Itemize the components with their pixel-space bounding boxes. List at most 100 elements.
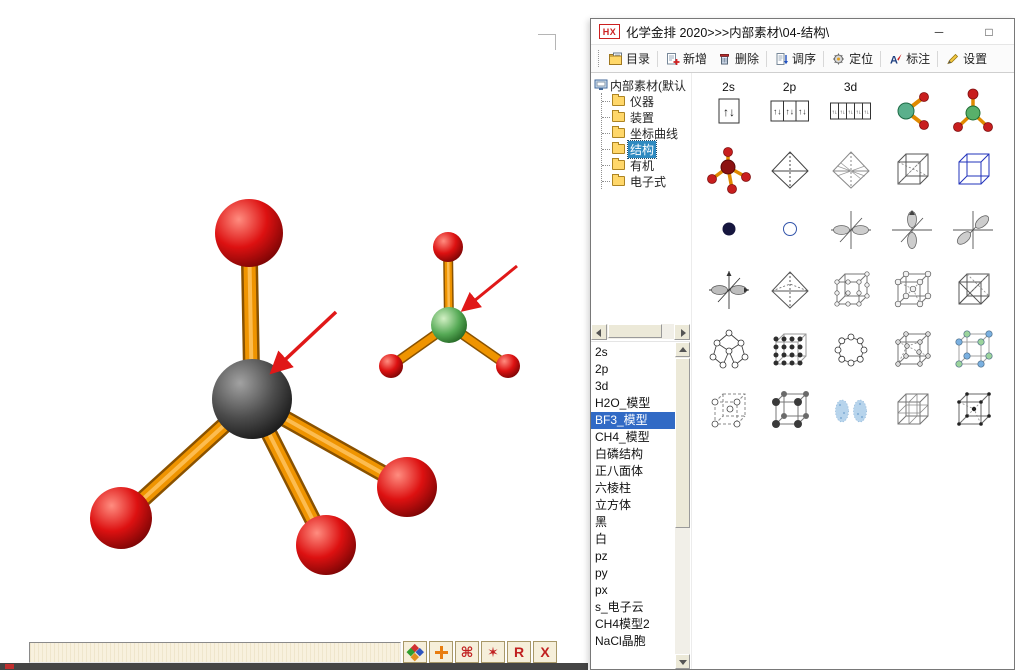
page-corner-mark [538,34,556,50]
thumb-octahedron-dashed[interactable] [759,257,820,317]
annotation-arrow-large[interactable] [269,310,338,375]
thumb-diamond-lattice[interactable] [881,317,942,377]
tree-hscrollbar[interactable] [591,323,690,340]
hscroll-track[interactable] [662,324,674,339]
list-item[interactable]: 2p [591,361,675,378]
thumb-crystal-lattice-1[interactable] [820,257,881,317]
list-vscrollbar[interactable] [675,342,690,669]
list-item[interactable]: 黑 [591,514,675,531]
tree-item-organic[interactable]: 有机 [602,157,689,173]
thumb-cube-with-diagonals[interactable] [881,137,942,197]
list-item[interactable]: 立方体 [591,497,675,514]
bottom-tool-r-button[interactable]: R [507,641,531,663]
bottom-tool-command-button[interactable]: ⌘ [455,641,479,663]
thumb-dashed-cube-atoms[interactable] [698,377,759,437]
list-item[interactable]: CH4模型2 [591,616,675,633]
list-item[interactable]: pz [591,548,675,565]
list-item[interactable]: NaCl晶胞 [591,633,675,650]
annotation-arrow-small[interactable] [460,264,518,312]
maximize-button[interactable]: □ [978,25,1000,39]
thumb-octahedron-shaded[interactable] [820,137,881,197]
title-bar[interactable]: HX 化学金排 2020>>>内部素材\04-结构\ ─ □ [591,19,1014,45]
thumb-blue-cube[interactable] [942,137,1003,197]
thumb-solid-sphere[interactable] [698,197,759,257]
atom-red-top[interactable] [215,199,283,267]
thumb-p-orbital-diagonal[interactable] [942,197,1003,257]
list-item[interactable]: CH4_模型 [591,429,675,446]
list-item[interactable]: px [591,582,675,599]
thumb-crystal-lattice-2[interactable] [881,257,942,317]
list-item[interactable]: py [591,565,675,582]
hscroll-thumb[interactable] [608,324,662,338]
thumb-packed-lattice[interactable] [759,317,820,377]
thumb-hollow-sphere[interactable] [759,197,820,257]
atom-red-left[interactable] [90,487,152,549]
atom-red-small-left[interactable] [379,354,403,378]
bottom-tool-diamonds-button[interactable] [403,641,427,663]
thumb-ch4-model[interactable] [698,137,759,197]
atom-carbon-center[interactable] [212,359,292,439]
list-item[interactable]: s_电子云 [591,599,675,616]
thumb-2p-orbital-boxes[interactable]: 2p ↑↓ ↑↓ ↑↓ [759,77,820,137]
thumb-3d-orbital-boxes[interactable]: 3d ↑↓ ↑↓ ↑↓ ↑↓ ↑↓ [820,77,881,137]
thumb-p-orbital-x[interactable] [820,197,881,257]
list-item[interactable]: 六棱柱 [591,480,675,497]
thumb-bcc-cell[interactable] [942,377,1003,437]
bottom-tool-plus-button[interactable] [429,641,453,663]
editor-canvas[interactable] [0,0,590,645]
thumb-cube-cross[interactable] [942,257,1003,317]
locate-button[interactable]: 定位 [826,47,878,70]
tree-item-apparatus[interactable]: 装置 [602,109,689,125]
ch4-molecule[interactable] [90,199,437,575]
scroll-left-button[interactable] [591,324,607,340]
list-item[interactable]: 白 [591,531,675,548]
tree-item-electron-formula[interactable]: 电子式 [602,173,689,189]
thumb-octahedron[interactable] [759,137,820,197]
atom-red-bottom[interactable] [296,515,356,575]
tree-root[interactable]: 内部素材(默认 [594,77,689,93]
order-button[interactable]: 调序 [769,47,821,70]
tree-item-instruments[interactable]: 仪器 [602,93,689,109]
atom-red-small-right[interactable] [496,354,520,378]
list-item[interactable]: 2s [591,344,675,361]
bottom-tool-x-button[interactable]: X [533,641,557,663]
delete-button[interactable]: 删除 [712,47,764,70]
bottom-tool-star-button[interactable]: ✶ [481,641,505,663]
toolbar-grip[interactable] [595,50,599,67]
tree-item-structures-selected[interactable]: 结构 [602,139,689,159]
tree-item-curves[interactable]: 坐标曲线 [602,125,689,141]
scroll-up-button[interactable] [675,342,690,357]
thumb-h2o-model[interactable] [881,77,942,137]
list-item[interactable]: 3d [591,378,675,395]
thumb-cscl-cell[interactable] [759,377,820,437]
thumb-cage-molecule[interactable] [698,317,759,377]
list-item[interactable]: H2O_模型 [591,395,675,412]
thumb-stacked-lattice[interactable] [881,377,942,437]
thumb-2s-orbital-box[interactable]: 2s ↑↓ [698,77,759,137]
atom-red-right[interactable] [377,457,437,517]
thumb-p-orbital-z[interactable] [881,197,942,257]
list-item[interactable]: 正八面体 [591,463,675,480]
thumb-label: 3d [843,80,858,94]
vscroll-thumb[interactable] [675,358,690,528]
directory-button[interactable]: 目录 [603,47,655,70]
list-item[interactable]: 白磷结构 [591,446,675,463]
list-item-selected[interactable]: BF3_模型 [591,412,675,429]
add-button[interactable]: 新增 [660,47,712,70]
thumb-nacl-cell[interactable] [942,317,1003,377]
bf3-molecule[interactable] [379,232,520,378]
scroll-down-button[interactable] [675,654,690,669]
thumb-ring-molecule[interactable] [820,317,881,377]
scroll-right-button[interactable] [674,324,690,340]
add-icon [667,52,680,65]
atom-red-small-top[interactable] [433,232,463,262]
annotate-button[interactable]: A 标注 [883,47,935,70]
thumb-bf3-model[interactable] [942,77,1003,137]
atom-boron-center[interactable] [431,307,467,343]
thumb-electron-clouds[interactable] [820,377,881,437]
thumb-p-orbital-axes[interactable] [698,257,759,317]
settings-button[interactable]: 设置 [940,47,992,70]
toolbar-separator [823,50,825,67]
minimize-button[interactable]: ─ [928,25,950,39]
formula-input[interactable] [29,641,401,663]
